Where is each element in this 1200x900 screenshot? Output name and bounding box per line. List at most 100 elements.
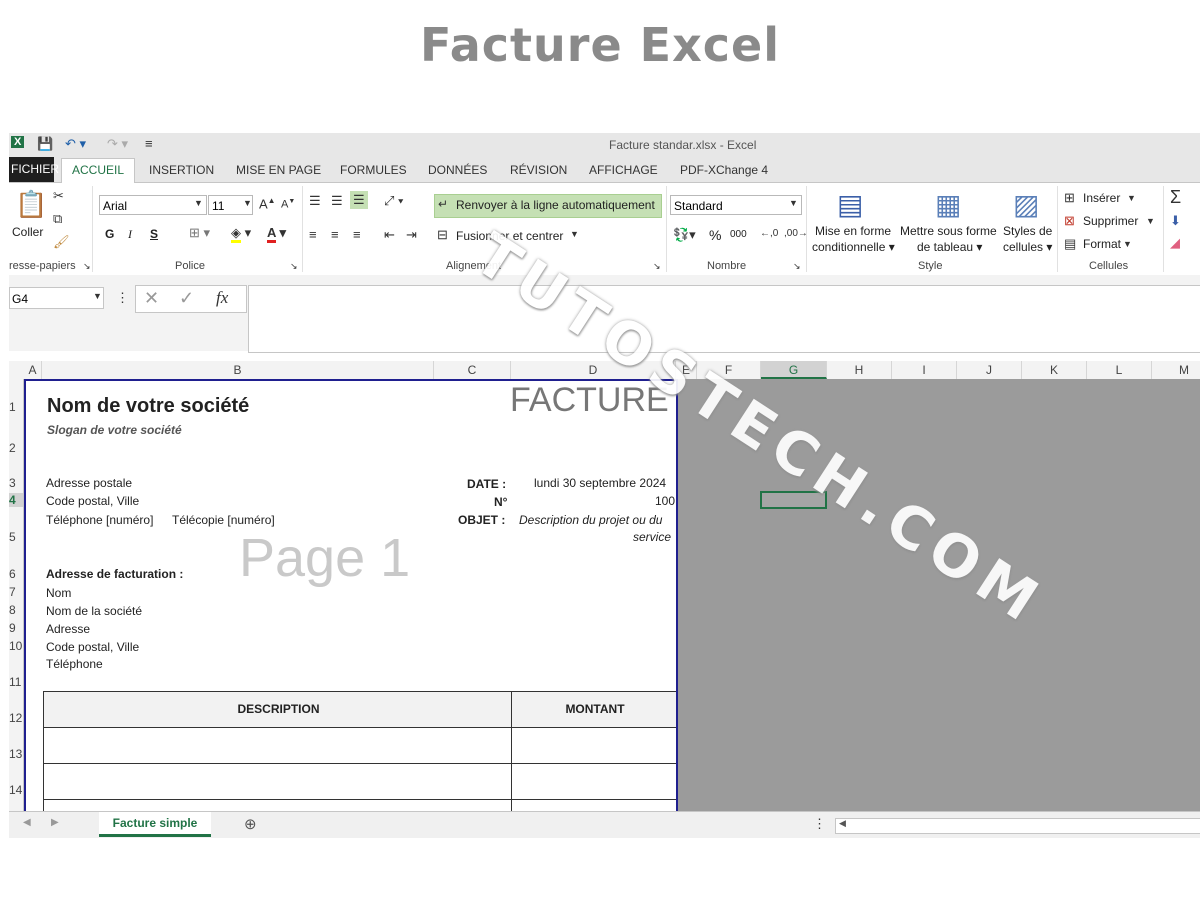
copy-icon[interactable]: ⧉: [53, 211, 62, 227]
row-header[interactable]: 9: [9, 621, 23, 635]
cancel-icon[interactable]: ✕: [144, 288, 159, 309]
tab-pdf-xchange[interactable]: PDF-XChange 4: [680, 163, 768, 177]
chevron-down-icon[interactable]: ▼: [1127, 193, 1136, 203]
cell-styles-button-line2[interactable]: cellules ▾: [1003, 240, 1052, 254]
cell-styles-icon[interactable]: ▨: [1013, 188, 1039, 221]
column-header[interactable]: L: [1087, 361, 1152, 379]
align-top-icon[interactable]: ☰: [309, 193, 321, 209]
object-value-line2[interactable]: service: [633, 530, 671, 544]
row-header[interactable]: 5: [9, 530, 23, 544]
conditional-format-button[interactable]: Mise en forme: [815, 224, 891, 238]
column-header[interactable]: C: [434, 361, 511, 379]
dialog-launcher-icon[interactable]: ↘: [653, 261, 661, 272]
merge-center-icon[interactable]: ⊟: [437, 227, 448, 243]
chevron-down-icon[interactable]: ▼: [570, 229, 579, 239]
insert-cells-icon[interactable]: ⊞: [1064, 190, 1075, 206]
table-header-amount[interactable]: MONTANT: [511, 691, 676, 727]
chevron-down-icon[interactable]: ▼: [1123, 239, 1132, 249]
table-header-description[interactable]: DESCRIPTION: [43, 691, 512, 727]
tab-insertion[interactable]: INSERTION: [149, 163, 214, 177]
row-header[interactable]: 7: [9, 585, 23, 599]
delete-cells-icon[interactable]: ⊠: [1064, 213, 1075, 229]
grow-font-icon[interactable]: A▲: [259, 196, 276, 211]
chevron-down-icon[interactable]: ▼: [243, 198, 252, 208]
fax-line[interactable]: Télécopie [numéro]: [172, 513, 275, 527]
table-row[interactable]: [43, 763, 512, 799]
orientation-icon[interactable]: ⤢ ▾: [384, 193, 403, 209]
row-header-selected[interactable]: 4: [9, 493, 23, 507]
save-icon[interactable]: 💾: [37, 136, 53, 152]
tab-donnees[interactable]: DONNÉES: [428, 163, 487, 177]
row-header[interactable]: 14: [9, 783, 23, 797]
cut-icon[interactable]: ✂: [53, 188, 64, 204]
column-header[interactable]: B: [42, 361, 434, 379]
row-header[interactable]: 10: [9, 639, 23, 653]
address-line[interactable]: Adresse postale: [46, 476, 132, 490]
format-as-table-button-line2[interactable]: de tableau ▾: [917, 240, 982, 254]
fill-icon[interactable]: ⬇: [1170, 213, 1181, 229]
insert-function-icon[interactable]: fx: [216, 288, 228, 308]
chevron-down-icon[interactable]: ▼: [1146, 216, 1155, 226]
customize-qat-icon[interactable]: ≡: [145, 136, 153, 151]
paste-icon[interactable]: 📋: [15, 189, 47, 220]
row-header[interactable]: 2: [9, 441, 23, 455]
add-sheet-icon[interactable]: ⊕: [244, 815, 257, 833]
company-slogan[interactable]: Slogan de votre société: [47, 423, 182, 437]
number-format-select[interactable]: Standard: [670, 195, 802, 215]
column-header[interactable]: K: [1022, 361, 1087, 379]
column-header-selected[interactable]: G: [761, 361, 827, 379]
scroll-right-icon[interactable]: ▶: [51, 817, 59, 828]
clear-icon[interactable]: ◢: [1170, 235, 1180, 251]
chevron-down-icon[interactable]: ▼: [93, 291, 102, 301]
underline-button[interactable]: S: [150, 227, 158, 241]
fill-color-icon[interactable]: ◈ ▾: [231, 225, 251, 243]
delete-button[interactable]: Supprimer: [1083, 214, 1138, 228]
font-name-select[interactable]: Arial: [99, 195, 207, 215]
row-header[interactable]: 12: [9, 711, 23, 725]
phone-line[interactable]: Téléphone [numéro]: [46, 513, 153, 527]
conditional-format-icon[interactable]: ▤: [837, 188, 863, 221]
table-row[interactable]: [511, 727, 676, 763]
wrap-text-button[interactable]: ↵ Renvoyer à la ligne automatiquement: [434, 194, 662, 218]
scroll-left-icon[interactable]: ◀: [23, 817, 31, 828]
city-line[interactable]: Code postal, Ville: [46, 494, 139, 508]
tab-revision[interactable]: RÉVISION: [510, 163, 567, 177]
column-header[interactable]: M: [1152, 361, 1200, 379]
format-as-table-icon[interactable]: ▦: [935, 188, 961, 221]
horizontal-scrollbar[interactable]: ◀: [835, 818, 1200, 834]
increase-indent-icon[interactable]: ⇥: [406, 227, 417, 243]
align-bottom-icon[interactable]: ☰: [350, 191, 368, 209]
row-header[interactable]: 13: [9, 747, 23, 761]
decrease-decimal-icon[interactable]: ,00→: [784, 228, 808, 239]
shrink-font-icon[interactable]: A▼: [281, 198, 295, 211]
table-row[interactable]: [511, 799, 676, 811]
row-header[interactable]: 8: [9, 603, 23, 617]
borders-icon[interactable]: ⊞ ▾: [189, 225, 210, 241]
accounting-format-icon[interactable]: 💱▾: [673, 227, 696, 243]
chevron-down-icon[interactable]: ▼: [194, 198, 203, 208]
align-right-icon[interactable]: ≡: [353, 227, 361, 242]
billing-city[interactable]: Code postal, Ville: [46, 640, 139, 654]
billing-name[interactable]: Nom: [46, 586, 71, 600]
enter-icon[interactable]: ✓: [179, 288, 194, 309]
format-as-table-button[interactable]: Mettre sous forme: [900, 224, 997, 238]
align-center-icon[interactable]: ≡: [331, 227, 339, 242]
column-header[interactable]: H: [827, 361, 892, 379]
format-button[interactable]: Format: [1083, 237, 1121, 251]
billing-address[interactable]: Adresse: [46, 622, 90, 636]
row-header[interactable]: 3: [9, 476, 23, 490]
billing-title[interactable]: Adresse de facturation :: [46, 567, 183, 581]
cell-styles-button[interactable]: Styles de: [1003, 224, 1052, 238]
row-header[interactable]: 6: [9, 567, 23, 581]
dialog-launcher-icon[interactable]: ↘: [83, 261, 91, 272]
date-value[interactable]: lundi 30 septembre 2024: [534, 476, 666, 490]
tab-accueil[interactable]: ACCUEIL: [61, 158, 136, 183]
bold-button[interactable]: G: [105, 227, 114, 241]
chevron-down-icon[interactable]: ▼: [789, 198, 798, 208]
tab-formules[interactable]: FORMULES: [340, 163, 407, 177]
thousands-button[interactable]: 000: [730, 229, 747, 240]
company-name[interactable]: Nom de votre société: [47, 395, 249, 418]
row-header[interactable]: 1: [9, 400, 23, 414]
dialog-launcher-icon[interactable]: ↘: [793, 261, 801, 272]
tab-fichier[interactable]: FICHIER: [9, 157, 59, 182]
